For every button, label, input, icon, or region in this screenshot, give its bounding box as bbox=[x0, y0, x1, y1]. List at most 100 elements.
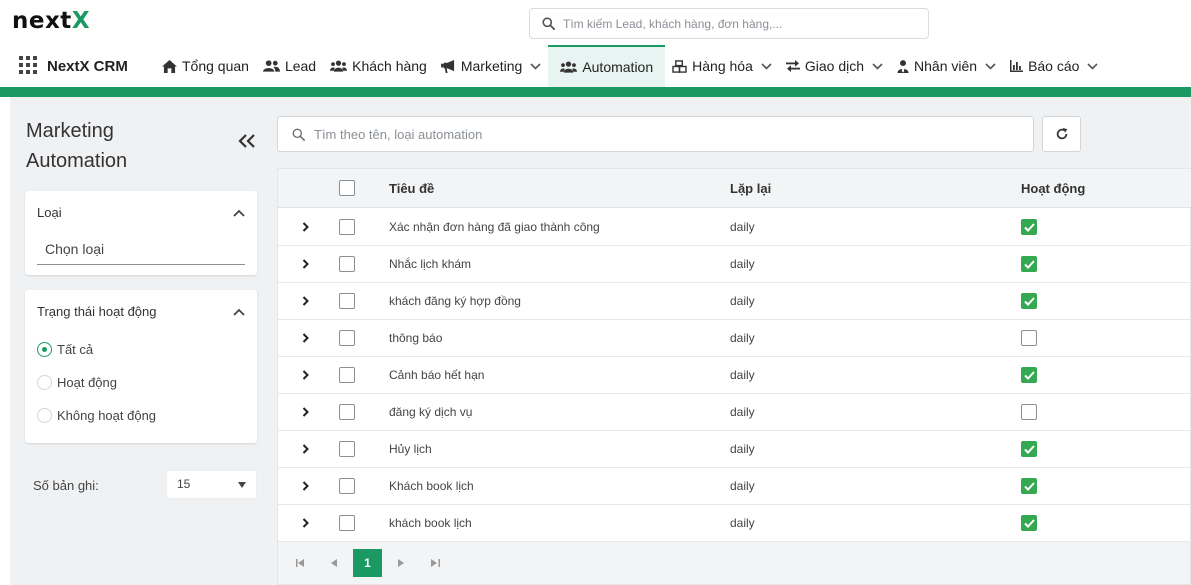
row-select-cell bbox=[339, 468, 355, 504]
table-row[interactable]: Nhắc lịch khám daily bbox=[278, 246, 1191, 283]
row-expand-cell bbox=[298, 468, 312, 504]
radio-button-selected[interactable] bbox=[37, 342, 52, 357]
prev-page-icon[interactable] bbox=[326, 555, 342, 571]
header-cell-active[interactable]: Hoạt động bbox=[1021, 169, 1085, 207]
nav-item-tong-quan[interactable]: Tổng quan bbox=[155, 45, 256, 87]
header-cell-title[interactable]: Tiêu đề bbox=[389, 169, 434, 207]
nav-label: Khách hàng bbox=[352, 58, 427, 74]
status-filter-header[interactable]: Trạng thái hoạt động bbox=[37, 304, 245, 319]
active-checkbox-checked[interactable] bbox=[1021, 478, 1037, 494]
page-number-button[interactable]: 1 bbox=[353, 549, 382, 577]
row-title: thông báo bbox=[389, 331, 443, 345]
row-expand-cell bbox=[298, 283, 312, 319]
records-per-page-value: 15 bbox=[177, 477, 191, 491]
collapse-sidebar-icon[interactable] bbox=[238, 134, 256, 153]
chevron-right-icon[interactable] bbox=[298, 368, 312, 382]
radio-status-all[interactable]: Tất cả bbox=[37, 342, 93, 357]
table-row[interactable]: thông báo daily bbox=[278, 320, 1191, 357]
active-checkbox-unchecked[interactable] bbox=[1021, 404, 1037, 420]
chevron-right-icon[interactable] bbox=[298, 257, 312, 271]
radio-button[interactable] bbox=[37, 408, 52, 423]
active-checkbox-checked[interactable] bbox=[1021, 515, 1037, 531]
row-active-cell bbox=[1021, 357, 1037, 393]
refresh-icon bbox=[1056, 127, 1067, 140]
row-active-cell bbox=[1021, 246, 1037, 282]
page-content: Marketing Automation Loại Chọn loại Trạn… bbox=[10, 97, 1191, 585]
logo-accent: X bbox=[71, 8, 91, 34]
global-search-input[interactable]: Tìm kiếm Lead, khách hàng, đơn hàng,... bbox=[529, 8, 929, 39]
table-header: Tiêu đề Lặp lại Hoạt động bbox=[278, 169, 1191, 208]
records-per-page-select[interactable]: 15 bbox=[166, 470, 257, 499]
chevron-right-icon[interactable] bbox=[298, 442, 312, 456]
chevron-right-icon[interactable] bbox=[298, 405, 312, 419]
table-row[interactable]: đăng ký dịch vụ daily bbox=[278, 394, 1191, 431]
apps-grid-icon[interactable] bbox=[19, 56, 37, 79]
row-repeat: daily bbox=[730, 294, 755, 308]
header-cell-select bbox=[339, 169, 355, 207]
radio-status-inactive[interactable]: Không hoạt động bbox=[37, 408, 156, 423]
select-all-checkbox[interactable] bbox=[339, 180, 355, 196]
row-checkbox[interactable] bbox=[339, 441, 355, 457]
type-filter-header[interactable]: Loại bbox=[37, 205, 245, 220]
active-checkbox-checked[interactable] bbox=[1021, 441, 1037, 457]
chevron-right-icon[interactable] bbox=[298, 294, 312, 308]
chevron-right-icon[interactable] bbox=[298, 516, 312, 530]
user-tie-icon bbox=[897, 59, 909, 73]
row-checkbox[interactable] bbox=[339, 219, 355, 235]
row-repeat: daily bbox=[730, 405, 755, 419]
active-checkbox-checked[interactable] bbox=[1021, 293, 1037, 309]
table-row[interactable]: khách đăng ký hợp đồng daily bbox=[278, 283, 1191, 320]
active-checkbox-checked[interactable] bbox=[1021, 367, 1037, 383]
nav-item-bao-cao[interactable]: Báo cáo bbox=[1003, 45, 1105, 87]
nav-label: Automation bbox=[582, 59, 654, 75]
nav-item-hang-hoa[interactable]: Hàng hóa bbox=[665, 45, 779, 87]
nextx-logo[interactable]: nextX bbox=[12, 8, 90, 34]
last-page-icon[interactable] bbox=[427, 555, 443, 571]
table-row[interactable]: Cảnh báo hết hạn daily bbox=[278, 357, 1191, 394]
brand-name[interactable]: NextX CRM bbox=[47, 58, 128, 75]
row-checkbox[interactable] bbox=[339, 256, 355, 272]
chevron-right-icon[interactable] bbox=[298, 331, 312, 345]
chevron-right-icon[interactable] bbox=[298, 220, 312, 234]
active-checkbox-checked[interactable] bbox=[1021, 256, 1037, 272]
nav-item-marketing[interactable]: Marketing bbox=[434, 45, 548, 87]
row-title: khách book lịch bbox=[389, 516, 472, 530]
table-row[interactable]: Hủy lịch daily bbox=[278, 431, 1191, 468]
table-row[interactable]: Khách book lịch daily bbox=[278, 468, 1191, 505]
radio-status-active[interactable]: Hoạt động bbox=[37, 375, 117, 390]
active-checkbox-unchecked[interactable] bbox=[1021, 330, 1037, 346]
nav-item-nhan-vien[interactable]: Nhân viên bbox=[890, 45, 1003, 87]
search-icon bbox=[292, 128, 305, 141]
nav-item-lead[interactable]: Lead bbox=[256, 45, 323, 87]
table-row[interactable]: khách book lịch daily bbox=[278, 505, 1191, 542]
main-navbar: NextX CRM Tổng quan Lead Khách hàng Mark… bbox=[0, 45, 1191, 87]
nav-label: Lead bbox=[284, 58, 317, 74]
table-row[interactable]: Xác nhận đơn hàng đã giao thành công dail… bbox=[278, 209, 1191, 246]
automation-search-placeholder: Tìm theo tên, loại automation bbox=[314, 126, 483, 142]
row-select-cell bbox=[339, 431, 355, 467]
chevron-right-icon[interactable] bbox=[298, 479, 312, 493]
nav-item-automation[interactable]: Automation bbox=[548, 45, 666, 87]
type-select[interactable]: Chọn loại bbox=[37, 235, 245, 265]
row-checkbox[interactable] bbox=[339, 293, 355, 309]
header-cell-repeat[interactable]: Lặp lại bbox=[730, 169, 771, 207]
row-active-cell bbox=[1021, 394, 1037, 430]
refresh-button[interactable] bbox=[1042, 116, 1081, 152]
automation-search-input[interactable]: Tìm theo tên, loại automation bbox=[277, 116, 1034, 152]
nav-label: Giao dịch bbox=[804, 58, 865, 74]
nav-item-giao-dich[interactable]: Giao dịch bbox=[779, 45, 890, 87]
next-page-icon[interactable] bbox=[393, 555, 409, 571]
row-repeat: daily bbox=[730, 479, 755, 493]
nav-item-khach-hang[interactable]: Khách hàng bbox=[323, 45, 434, 87]
radio-button[interactable] bbox=[37, 375, 52, 390]
active-checkbox-checked[interactable] bbox=[1021, 219, 1037, 235]
row-checkbox[interactable] bbox=[339, 367, 355, 383]
row-checkbox[interactable] bbox=[339, 404, 355, 420]
row-checkbox[interactable] bbox=[339, 330, 355, 346]
status-filter-card: Trạng thái hoạt động Tất cả Hoạt động Kh… bbox=[25, 290, 257, 443]
pagination: 1 bbox=[278, 542, 1190, 584]
row-checkbox[interactable] bbox=[339, 515, 355, 531]
row-checkbox[interactable] bbox=[339, 478, 355, 494]
first-page-icon[interactable] bbox=[292, 555, 308, 571]
row-title: Nhắc lịch khám bbox=[389, 257, 472, 271]
